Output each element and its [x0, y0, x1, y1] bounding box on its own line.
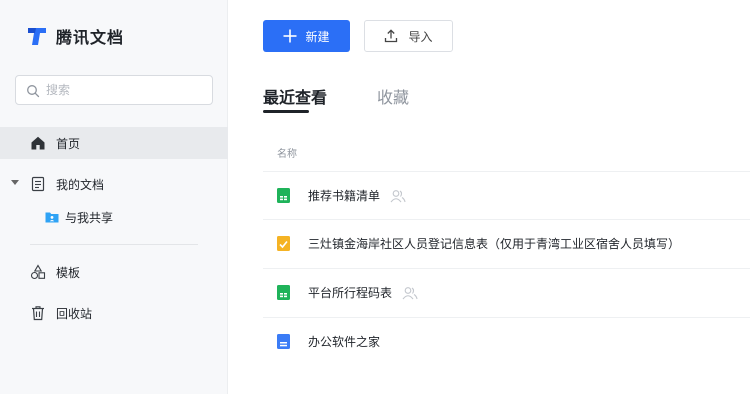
caret-down-icon[interactable] — [11, 180, 19, 185]
tab-recent[interactable]: 最近查看 — [263, 84, 327, 108]
active-tab-indicator — [263, 110, 309, 113]
shared-users-icon — [402, 285, 418, 300]
new-button-label: 新建 — [305, 29, 330, 44]
table-row[interactable]: 推荐书籍清单 — [263, 172, 750, 218]
sidebar-item-label: 首页 — [56, 136, 81, 151]
file-name: 三灶镇金海岸社区人员登记信息表（仅用于青湾工业区宿舍人员填写） — [308, 236, 681, 251]
sidebar-item-label: 模板 — [56, 265, 81, 280]
upload-icon — [384, 29, 398, 43]
import-button-label: 导入 — [408, 29, 433, 44]
shapes-icon — [30, 264, 46, 280]
table-row[interactable]: 平台所行程码表 — [263, 269, 750, 315]
search-input[interactable] — [46, 83, 196, 97]
import-button[interactable]: 导入 — [364, 20, 453, 52]
trash-icon — [30, 305, 46, 321]
file-name: 推荐书籍清单 — [308, 188, 381, 203]
doc-file-icon — [277, 333, 290, 349]
sidebar-item-label: 我的文档 — [56, 177, 105, 192]
sidebar-item-templates[interactable]: 模板 — [0, 256, 228, 288]
shared-users-icon — [390, 188, 406, 203]
tencent-docs-logo-icon — [26, 25, 48, 47]
table-row[interactable]: 三灶镇金海岸社区人员登记信息表（仅用于青湾工业区宿舍人员填写） — [263, 220, 750, 266]
home-icon — [30, 135, 46, 151]
sheet-file-icon — [277, 284, 290, 300]
document-icon — [30, 176, 46, 192]
sidebar: 腾讯文档 首页 我的文档 — [0, 0, 228, 394]
search-icon — [26, 83, 40, 98]
sidebar-divider — [30, 244, 198, 245]
sidebar-item-home[interactable]: 首页 — [0, 127, 228, 159]
sidebar-item-label: 回收站 — [56, 306, 93, 321]
form-file-icon — [277, 235, 290, 251]
brand-name: 腾讯文档 — [56, 28, 125, 47]
sidebar-item-shared-with-me[interactable]: 与我共享 — [0, 201, 228, 233]
sidebar-item-label: 与我共享 — [65, 210, 114, 225]
table-row[interactable]: 办公软件之家 — [263, 318, 750, 364]
brand[interactable]: 腾讯文档 — [26, 24, 124, 48]
column-header-name[interactable]: 名称 — [277, 145, 297, 160]
sheet-file-icon — [277, 187, 290, 203]
search-box[interactable] — [15, 75, 213, 105]
sidebar-item-trash[interactable]: 回收站 — [0, 297, 228, 329]
tab-favorites[interactable]: 收藏 — [377, 84, 409, 108]
file-name: 办公软件之家 — [308, 334, 381, 349]
sidebar-item-my-docs[interactable]: 我的文档 — [0, 168, 228, 200]
main-content: 新建 导入 最近查看 收藏 名称 推荐书籍清单 三灶镇金海岸社区人员登记信息表（… — [229, 0, 750, 394]
file-name: 平台所行程码表 — [308, 285, 393, 300]
plus-icon — [283, 26, 297, 46]
new-button[interactable]: 新建 — [263, 20, 350, 52]
shared-folder-icon — [45, 211, 59, 223]
